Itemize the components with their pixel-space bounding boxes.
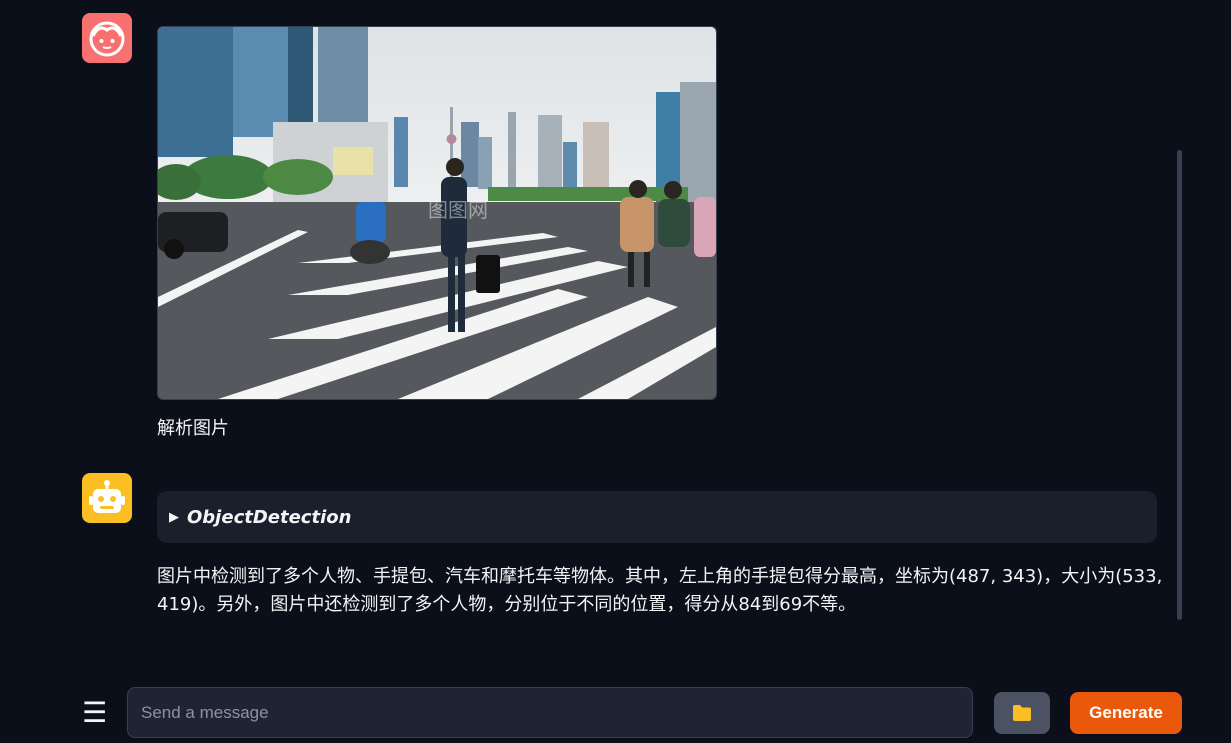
menu-icon[interactable]: ☰	[82, 697, 107, 729]
bot-message-text: 图片中检测到了多个人物、手提包、汽车和摩托车等物体。其中，左上角的手提包得分最高…	[157, 566, 1163, 615]
chat-scrollbar[interactable]	[1177, 150, 1182, 620]
generate-button[interactable]: Generate	[1070, 692, 1182, 734]
street-scene-image: 图图网	[158, 27, 716, 399]
user-avatar	[82, 13, 132, 63]
uploaded-image[interactable]: 图图网	[157, 26, 717, 400]
object-detection-accordion[interactable]: ▶ ObjectDetection	[157, 491, 1157, 543]
user-face-icon	[89, 21, 125, 57]
bot-avatar	[82, 473, 132, 523]
folder-icon	[1013, 705, 1031, 721]
message-input[interactable]	[127, 687, 973, 738]
user-message-text: 解析图片	[157, 418, 229, 439]
upload-button[interactable]	[994, 692, 1050, 734]
image-watermark: 图图网	[428, 198, 488, 222]
expand-triangle-icon: ▶	[169, 509, 179, 525]
accordion-title: ObjectDetection	[187, 506, 352, 528]
robot-icon	[89, 480, 125, 513]
